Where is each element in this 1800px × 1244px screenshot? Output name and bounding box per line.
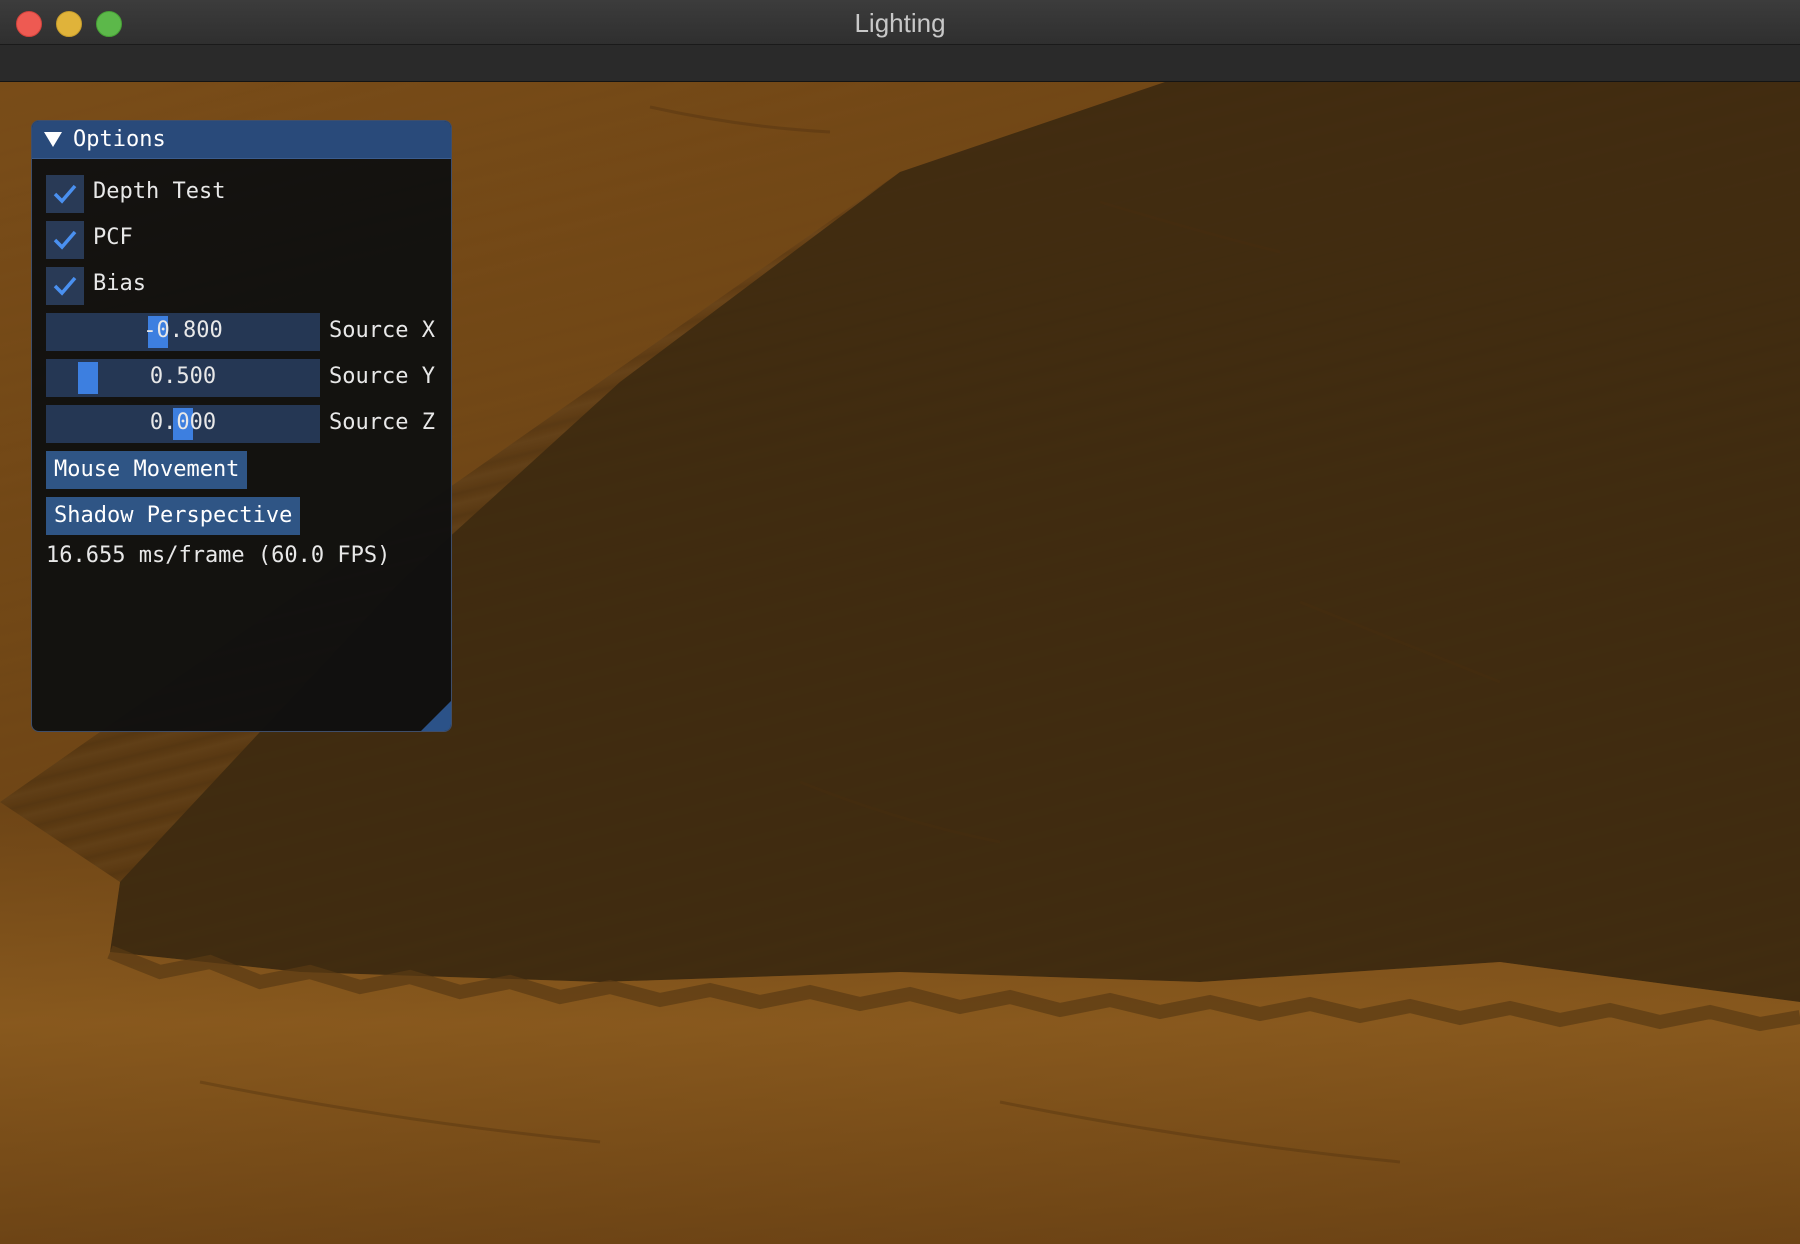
source-y-label: Source Y (329, 364, 435, 389)
bias-label: Bias (93, 271, 146, 296)
source-y-slider[interactable]: 0.500 (46, 359, 320, 397)
resize-grip-icon[interactable] (421, 701, 451, 731)
source-x-value: -0.800 (143, 318, 223, 343)
mouse-movement-button[interactable]: Mouse Movement (46, 451, 248, 489)
source-x-label: Source X (329, 318, 435, 343)
pcf-label: PCF (93, 225, 133, 250)
source-z-value: 0.000 (149, 410, 217, 435)
render-viewport[interactable]: Options Depth Test PCF Bias -0.800 Sourc… (0, 82, 1800, 1244)
checkmark-icon (53, 276, 77, 296)
source-x-slider[interactable]: -0.800 (46, 313, 320, 351)
window-title: Lighting (854, 8, 946, 38)
title-bar[interactable]: Lighting (0, 0, 1800, 45)
checkmark-icon (53, 184, 77, 204)
options-panel-title: Options (73, 127, 166, 152)
depth-test-checkbox[interactable] (46, 175, 84, 213)
bias-checkbox[interactable] (46, 267, 84, 305)
pcf-checkbox[interactable] (46, 221, 84, 259)
source-y-value: 0.500 (149, 364, 217, 389)
app-window: Lighting Options Depth Test PCF Bias -0.… (0, 0, 1800, 1244)
toolbar-strip (0, 45, 1800, 82)
collapse-triangle-icon[interactable] (44, 132, 62, 147)
options-panel[interactable]: Options Depth Test PCF Bias -0.800 Sourc… (31, 120, 452, 732)
fps-readout: 16.655 ms/frame (60.0 FPS) (46, 543, 391, 568)
source-z-slider[interactable]: 0.000 (46, 405, 320, 443)
shadow-perspective-button[interactable]: Shadow Perspective (46, 497, 301, 535)
depth-test-label: Depth Test (93, 179, 226, 204)
source-z-label: Source Z (329, 410, 435, 435)
options-panel-header[interactable]: Options (32, 121, 451, 159)
checkmark-icon (53, 230, 77, 250)
